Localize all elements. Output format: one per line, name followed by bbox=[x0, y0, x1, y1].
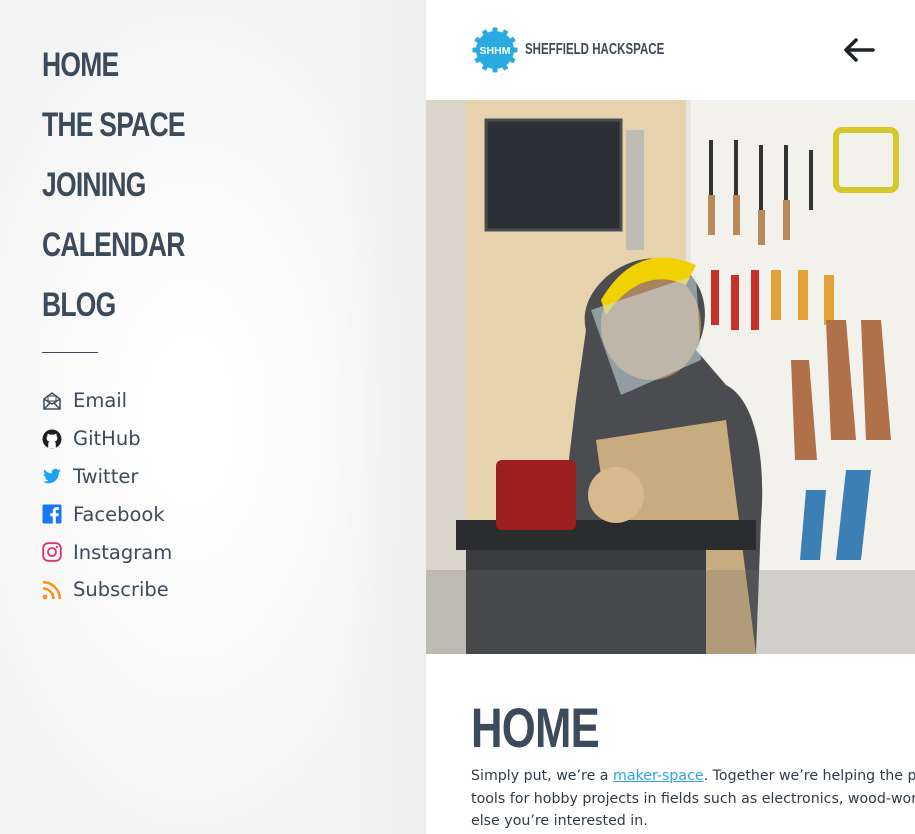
menu-link-the-space[interactable]: The Space bbox=[42, 104, 186, 146]
hackspace-logo-icon: SHHM bbox=[472, 27, 518, 73]
email-icon bbox=[43, 391, 61, 410]
social-item-twitter: Twitter bbox=[42, 458, 172, 496]
facebook-label: Facebook bbox=[73, 502, 165, 526]
github-link[interactable]: GitHub bbox=[42, 427, 141, 450]
arrow-left-icon[interactable] bbox=[843, 36, 875, 64]
social-item-instagram: Instagram bbox=[42, 533, 172, 571]
workshop-photo bbox=[426, 100, 915, 654]
instagram-icon bbox=[42, 542, 62, 562]
facebook-link[interactable]: Facebook bbox=[42, 503, 165, 526]
github-icon bbox=[42, 429, 62, 449]
intro-line3: else you’re interested in. bbox=[471, 813, 648, 830]
github-label: GitHub bbox=[73, 427, 141, 451]
menu-item-calendar: Calendar bbox=[42, 224, 225, 284]
maker-space-link[interactable]: maker-space bbox=[613, 768, 704, 784]
menu-link-home[interactable]: Home bbox=[42, 44, 185, 86]
twitter-label: Twitter bbox=[73, 464, 139, 488]
social-links: Email GitHub Twitter Facebook Instagram … bbox=[42, 382, 172, 609]
email-link[interactable]: Email bbox=[42, 389, 127, 412]
social-item-github: GitHub bbox=[42, 420, 172, 458]
subscribe-link[interactable]: Subscribe bbox=[42, 578, 169, 601]
site-header: SHHM Sheffield Hackspace bbox=[426, 0, 915, 100]
menu-item-the-space: The Space bbox=[42, 104, 225, 164]
site-name: Sheffield Hackspace bbox=[525, 41, 665, 58]
menu-item-blog: Blog bbox=[42, 284, 225, 344]
main-menu: Home The Space Joining Calendar Blog bbox=[42, 44, 225, 344]
logo-text: SHHM bbox=[480, 45, 511, 57]
instagram-label: Instagram bbox=[73, 540, 173, 564]
twitter-icon bbox=[43, 469, 61, 484]
menu-item-home: Home bbox=[42, 44, 225, 104]
page-content: Home Simply put, we’re a maker-space. To… bbox=[471, 696, 915, 833]
subscribe-label: Subscribe bbox=[73, 578, 169, 602]
menu-link-joining[interactable]: Joining bbox=[42, 164, 185, 206]
social-item-email: Email bbox=[42, 382, 172, 420]
sidebar: Home The Space Joining Calendar Blog Ema… bbox=[0, 0, 426, 834]
facebook-icon bbox=[42, 504, 62, 525]
intro-line1-before: Simply put, we’re a bbox=[471, 768, 614, 784]
social-item-subscribe: Subscribe bbox=[42, 571, 172, 609]
menu-item-joining: Joining bbox=[42, 164, 225, 224]
page-title: Home bbox=[471, 696, 600, 759]
instagram-link[interactable]: Instagram bbox=[42, 541, 172, 564]
email-label: Email bbox=[73, 389, 128, 413]
site-brand-link[interactable]: SHHM Sheffield Hackspace bbox=[472, 27, 719, 73]
intro-paragraph: Simply put, we’re a maker-space. Togethe… bbox=[471, 765, 915, 833]
intro-line1-after: . Together we’re helping the peo bbox=[703, 768, 915, 784]
social-item-facebook: Facebook bbox=[42, 495, 172, 533]
menu-divider bbox=[42, 352, 98, 353]
rss-icon bbox=[42, 580, 62, 600]
menu-link-calendar[interactable]: Calendar bbox=[42, 224, 185, 266]
main-content: SHHM Sheffield Hackspace bbox=[426, 0, 915, 834]
twitter-link[interactable]: Twitter bbox=[42, 465, 138, 488]
intro-line2: tools for hobby projects in fields such … bbox=[471, 790, 915, 807]
menu-link-blog[interactable]: Blog bbox=[42, 284, 185, 326]
